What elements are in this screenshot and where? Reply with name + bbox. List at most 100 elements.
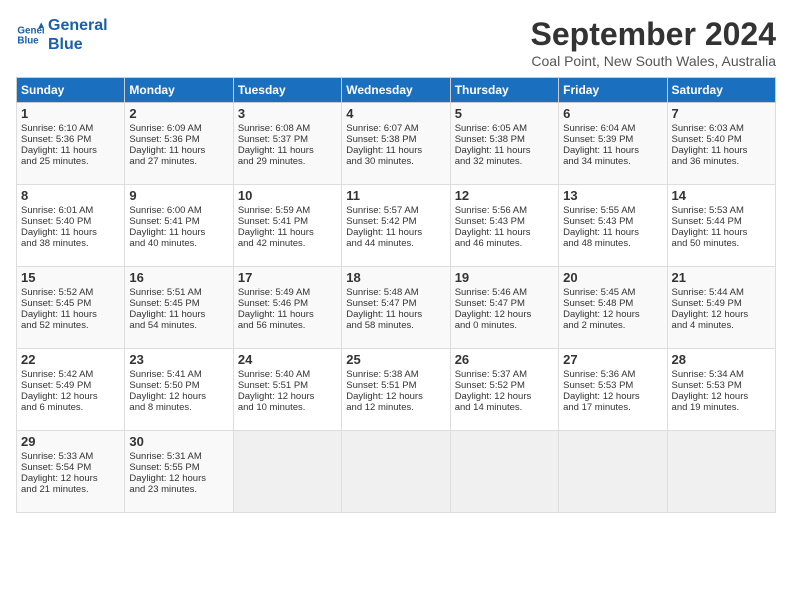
day-info: Sunset: 5:45 PM <box>129 298 228 309</box>
day-info: and 52 minutes. <box>21 320 120 331</box>
day-info: Daylight: 12 hours <box>672 391 771 402</box>
day-info: and 30 minutes. <box>346 156 445 167</box>
day-info: Sunrise: 6:03 AM <box>672 123 771 134</box>
day-info: Daylight: 11 hours <box>346 145 445 156</box>
col-header-saturday: Saturday <box>667 78 775 103</box>
day-info: Daylight: 12 hours <box>563 309 662 320</box>
page-subtitle: Coal Point, New South Wales, Australia <box>531 53 776 69</box>
day-number: 8 <box>21 188 120 203</box>
day-number: 28 <box>672 352 771 367</box>
calendar-cell: 3Sunrise: 6:08 AMSunset: 5:37 PMDaylight… <box>233 103 341 185</box>
day-info: Sunrise: 6:08 AM <box>238 123 337 134</box>
day-info: Sunset: 5:38 PM <box>346 134 445 145</box>
calendar-cell: 10Sunrise: 5:59 AMSunset: 5:41 PMDayligh… <box>233 185 341 267</box>
week-row-1: 1Sunrise: 6:10 AMSunset: 5:36 PMDaylight… <box>17 103 776 185</box>
day-info: and 2 minutes. <box>563 320 662 331</box>
day-info: and 44 minutes. <box>346 238 445 249</box>
calendar-cell: 13Sunrise: 5:55 AMSunset: 5:43 PMDayligh… <box>559 185 667 267</box>
day-info: Daylight: 11 hours <box>455 145 554 156</box>
day-info: Daylight: 12 hours <box>21 473 120 484</box>
day-number: 1 <box>21 106 120 121</box>
day-info: and 46 minutes. <box>455 238 554 249</box>
col-header-friday: Friday <box>559 78 667 103</box>
calendar-cell <box>450 431 558 513</box>
day-info: and 40 minutes. <box>129 238 228 249</box>
day-number: 19 <box>455 270 554 285</box>
day-info: and 54 minutes. <box>129 320 228 331</box>
day-info: and 34 minutes. <box>563 156 662 167</box>
day-info: Sunrise: 5:45 AM <box>563 287 662 298</box>
week-row-2: 8Sunrise: 6:01 AMSunset: 5:40 PMDaylight… <box>17 185 776 267</box>
calendar-cell: 2Sunrise: 6:09 AMSunset: 5:36 PMDaylight… <box>125 103 233 185</box>
day-number: 3 <box>238 106 337 121</box>
day-info: and 21 minutes. <box>21 484 120 495</box>
day-number: 30 <box>129 434 228 449</box>
day-info: Sunrise: 5:51 AM <box>129 287 228 298</box>
day-info: Sunrise: 6:05 AM <box>455 123 554 134</box>
day-info: Daylight: 11 hours <box>238 227 337 238</box>
day-info: and 58 minutes. <box>346 320 445 331</box>
day-number: 4 <box>346 106 445 121</box>
day-info: Sunrise: 5:53 AM <box>672 205 771 216</box>
day-number: 12 <box>455 188 554 203</box>
day-info: Sunset: 5:51 PM <box>346 380 445 391</box>
day-info: Sunset: 5:37 PM <box>238 134 337 145</box>
day-info: Sunset: 5:41 PM <box>238 216 337 227</box>
day-info: and 19 minutes. <box>672 402 771 413</box>
calendar-cell: 8Sunrise: 6:01 AMSunset: 5:40 PMDaylight… <box>17 185 125 267</box>
logo-line1: General <box>48 16 108 35</box>
svg-text:Blue: Blue <box>17 36 39 47</box>
day-info: Daylight: 11 hours <box>21 227 120 238</box>
day-number: 23 <box>129 352 228 367</box>
day-info: Sunrise: 5:34 AM <box>672 369 771 380</box>
day-info: Sunrise: 5:56 AM <box>455 205 554 216</box>
day-info: Sunset: 5:40 PM <box>672 134 771 145</box>
day-info: Daylight: 12 hours <box>563 391 662 402</box>
calendar-cell: 29Sunrise: 5:33 AMSunset: 5:54 PMDayligh… <box>17 431 125 513</box>
day-info: Daylight: 12 hours <box>672 309 771 320</box>
day-info: Daylight: 12 hours <box>238 391 337 402</box>
day-number: 13 <box>563 188 662 203</box>
calendar-cell: 27Sunrise: 5:36 AMSunset: 5:53 PMDayligh… <box>559 349 667 431</box>
day-info: Sunset: 5:43 PM <box>455 216 554 227</box>
day-info: Daylight: 11 hours <box>672 227 771 238</box>
day-info: Sunrise: 6:04 AM <box>563 123 662 134</box>
calendar-cell: 14Sunrise: 5:53 AMSunset: 5:44 PMDayligh… <box>667 185 775 267</box>
calendar-cell: 26Sunrise: 5:37 AMSunset: 5:52 PMDayligh… <box>450 349 558 431</box>
calendar-cell: 6Sunrise: 6:04 AMSunset: 5:39 PMDaylight… <box>559 103 667 185</box>
day-number: 10 <box>238 188 337 203</box>
day-info: Sunset: 5:40 PM <box>21 216 120 227</box>
day-info: Sunset: 5:47 PM <box>455 298 554 309</box>
calendar-cell: 24Sunrise: 5:40 AMSunset: 5:51 PMDayligh… <box>233 349 341 431</box>
calendar-cell <box>559 431 667 513</box>
day-info: Sunset: 5:49 PM <box>672 298 771 309</box>
day-number: 21 <box>672 270 771 285</box>
day-info: Sunrise: 5:49 AM <box>238 287 337 298</box>
day-number: 17 <box>238 270 337 285</box>
day-info: Sunset: 5:51 PM <box>238 380 337 391</box>
day-info: and 42 minutes. <box>238 238 337 249</box>
day-info: Sunset: 5:55 PM <box>129 462 228 473</box>
day-info: and 36 minutes. <box>672 156 771 167</box>
calendar-cell: 15Sunrise: 5:52 AMSunset: 5:45 PMDayligh… <box>17 267 125 349</box>
day-info: Daylight: 11 hours <box>346 227 445 238</box>
day-info: and 17 minutes. <box>563 402 662 413</box>
day-number: 15 <box>21 270 120 285</box>
day-info: Sunrise: 5:52 AM <box>21 287 120 298</box>
day-number: 22 <box>21 352 120 367</box>
day-info: Daylight: 12 hours <box>21 391 120 402</box>
day-number: 26 <box>455 352 554 367</box>
calendar-cell: 19Sunrise: 5:46 AMSunset: 5:47 PMDayligh… <box>450 267 558 349</box>
day-info: and 6 minutes. <box>21 402 120 413</box>
logo-line2: Blue <box>48 35 108 54</box>
day-info: and 23 minutes. <box>129 484 228 495</box>
calendar-body: 1Sunrise: 6:10 AMSunset: 5:36 PMDaylight… <box>17 103 776 513</box>
day-info: and 10 minutes. <box>238 402 337 413</box>
day-info: Sunrise: 5:31 AM <box>129 451 228 462</box>
week-row-5: 29Sunrise: 5:33 AMSunset: 5:54 PMDayligh… <box>17 431 776 513</box>
day-info: Sunrise: 5:48 AM <box>346 287 445 298</box>
day-info: Sunset: 5:36 PM <box>129 134 228 145</box>
day-info: Daylight: 12 hours <box>129 391 228 402</box>
col-header-thursday: Thursday <box>450 78 558 103</box>
day-info: Sunset: 5:53 PM <box>563 380 662 391</box>
